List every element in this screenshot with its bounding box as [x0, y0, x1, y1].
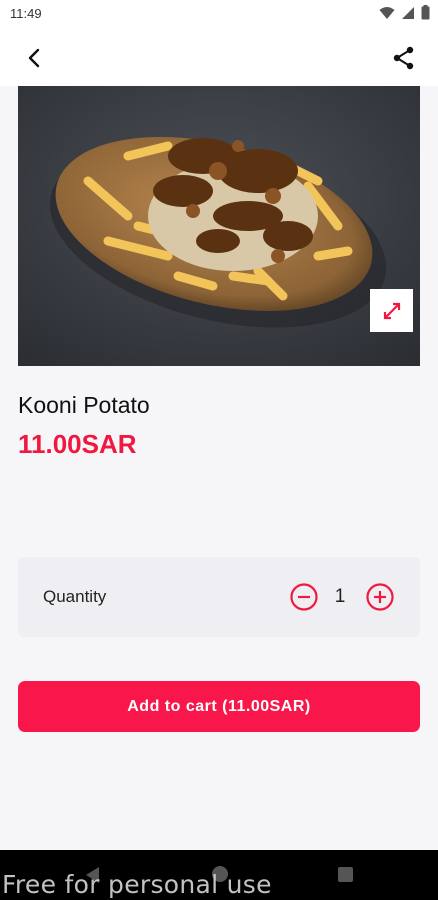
back-button[interactable]	[20, 44, 48, 72]
back-arrow-icon	[28, 48, 40, 68]
minus-circle-icon	[290, 583, 318, 611]
increase-quantity-button[interactable]	[366, 583, 394, 611]
status-bar: 11:49	[0, 0, 438, 28]
nav-recent-icon[interactable]	[338, 867, 353, 882]
status-icons	[379, 5, 430, 20]
fries-photo	[18, 86, 420, 366]
signal-icon	[402, 6, 414, 19]
share-icon	[393, 46, 414, 70]
decrease-quantity-button[interactable]	[290, 583, 318, 611]
battery-icon	[421, 5, 430, 20]
expand-icon	[383, 302, 400, 319]
quantity-card: Quantity 1	[18, 557, 420, 637]
quantity-label: Quantity	[43, 587, 107, 606]
add-to-cart-button[interactable]: Add to cart (11.00SAR)	[18, 681, 420, 732]
share-button[interactable]	[390, 44, 418, 72]
product-name: Kooni Potato	[18, 392, 150, 418]
app-bar	[0, 28, 438, 86]
wifi-icon	[379, 6, 395, 19]
plus-circle-icon	[366, 583, 394, 611]
product-image[interactable]	[18, 86, 420, 366]
quantity-value: 1	[334, 586, 346, 607]
status-time: 11:49	[10, 6, 42, 21]
watermark-text: Free for personal use	[2, 870, 272, 899]
expand-image-button[interactable]	[370, 289, 413, 332]
product-price: 11.00SAR	[18, 429, 137, 459]
